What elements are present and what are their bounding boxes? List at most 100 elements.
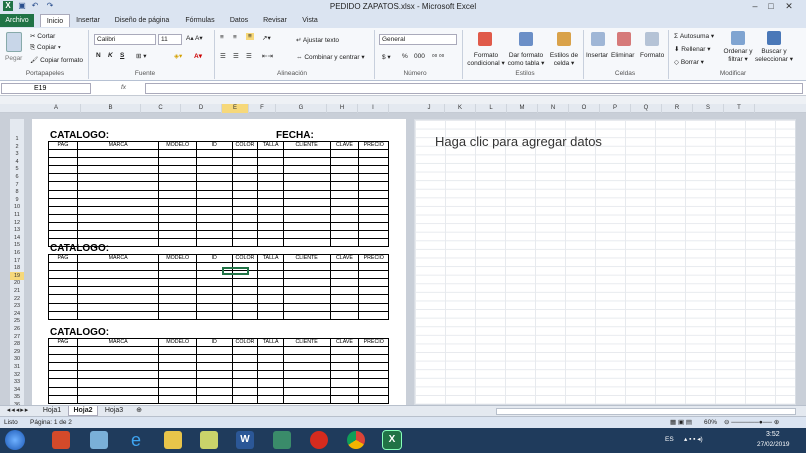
table-cell[interactable] [48, 205, 78, 215]
table-cell[interactable] [257, 354, 284, 364]
opera-icon[interactable] [310, 431, 328, 449]
start-button-icon[interactable] [5, 430, 25, 450]
table-cell[interactable] [257, 189, 284, 199]
column-header[interactable]: O [569, 104, 600, 113]
column-header[interactable]: Q [631, 104, 662, 113]
table-cell[interactable] [48, 346, 78, 356]
grow-font-icon[interactable]: A▴ A▾ [186, 34, 203, 42]
table-header-cell[interactable]: MODELO [158, 140, 197, 151]
fill-button[interactable]: ⬇ Rellenar ▾ [674, 45, 711, 53]
zoom-slider[interactable]: ⊖ ──────●── ⊕ [724, 418, 779, 426]
table-cell[interactable] [195, 165, 233, 175]
table-header-cell[interactable]: TALLA [257, 140, 284, 151]
table-cell[interactable] [358, 394, 389, 404]
table-cell[interactable] [231, 386, 259, 396]
table-cell[interactable] [257, 270, 284, 280]
table-cell[interactable] [76, 205, 160, 215]
table-cell[interactable] [358, 238, 389, 248]
table-cell[interactable] [257, 197, 284, 207]
table-cell[interactable] [282, 221, 331, 232]
fx-icon[interactable]: fx [121, 84, 126, 91]
table-cell[interactable] [195, 294, 233, 304]
table-cell[interactable] [231, 221, 259, 232]
table-cell[interactable] [358, 181, 389, 191]
table-header-cell[interactable]: PRECIO [358, 253, 389, 264]
table-cell[interactable] [158, 286, 197, 296]
table-cell[interactable] [76, 173, 160, 183]
clock-date[interactable]: 27/02/2019 [757, 441, 790, 448]
table-cell[interactable] [158, 270, 197, 280]
formula-input[interactable] [145, 83, 803, 94]
table-header-cell[interactable]: CLAVE [329, 337, 360, 348]
table-cell[interactable] [231, 189, 259, 199]
table-cell[interactable] [76, 394, 160, 404]
table-cell[interactable] [158, 262, 197, 272]
clear-button[interactable]: ◇ Borrar ▾ [674, 58, 704, 66]
tab-vista[interactable]: Vista [296, 14, 324, 27]
table-cell[interactable] [48, 181, 78, 191]
table-cell[interactable] [76, 370, 160, 380]
table-cell[interactable] [195, 213, 233, 223]
table-cell[interactable] [195, 354, 233, 364]
table-cell[interactable] [329, 270, 360, 280]
zoom-level[interactable]: 60% [704, 419, 717, 426]
internet-explorer-icon[interactable]: e [127, 431, 145, 449]
table-cell[interactable] [48, 157, 78, 167]
table-cell[interactable] [282, 278, 331, 288]
table-cell[interactable] [76, 378, 160, 388]
table-cell[interactable] [329, 173, 360, 183]
table-cell[interactable] [158, 310, 197, 320]
table-cell[interactable] [257, 205, 284, 215]
table-cell[interactable] [48, 354, 78, 364]
table-cell[interactable] [329, 262, 360, 272]
table-cell[interactable] [231, 346, 259, 356]
table-cell[interactable] [195, 310, 233, 320]
table-cell[interactable] [231, 294, 259, 304]
table-cell[interactable] [76, 262, 160, 272]
paste-button[interactable]: Pegar [5, 55, 22, 62]
table-cell[interactable] [231, 157, 259, 167]
table-cell[interactable] [358, 197, 389, 207]
table-cell[interactable] [158, 378, 197, 388]
close-button[interactable]: ✕ [784, 1, 794, 11]
table-cell[interactable] [195, 378, 233, 388]
align-left-icon[interactable]: ☰ [220, 52, 226, 60]
table-cell[interactable] [158, 157, 197, 167]
table-cell[interactable] [329, 238, 360, 248]
table-cell[interactable] [282, 286, 331, 296]
horizontal-scrollbar[interactable] [496, 408, 796, 415]
table-header-cell[interactable]: PAG [48, 253, 78, 264]
table-cell[interactable] [231, 378, 259, 388]
table-cell[interactable] [282, 394, 331, 404]
table-cell[interactable] [195, 386, 233, 396]
table-cell[interactable] [76, 278, 160, 288]
wrap-text-button[interactable]: ↵ Ajustar texto [296, 36, 339, 44]
table-cell[interactable] [282, 270, 331, 280]
table-cell[interactable] [195, 286, 233, 296]
table-cell[interactable] [231, 370, 259, 380]
table-cell[interactable] [158, 278, 197, 288]
font-size-select[interactable]: 11 [158, 34, 182, 45]
table-cell[interactable] [282, 386, 331, 396]
table-cell[interactable] [257, 221, 284, 232]
merge-center-button[interactable]: ⇔ Combinar y centrar ▾ [296, 53, 365, 61]
table-cell[interactable] [231, 286, 259, 296]
table-header-cell[interactable]: PAG [48, 140, 78, 151]
format-cells-button[interactable]: Formato [640, 52, 664, 59]
table-header-cell[interactable]: CLIENTE [282, 140, 331, 151]
table-cell[interactable] [195, 230, 233, 240]
table-cell[interactable] [48, 221, 78, 232]
table-cell[interactable] [257, 278, 284, 288]
table-cell[interactable] [257, 370, 284, 380]
explorer-app-icon[interactable] [90, 431, 108, 449]
table-cell[interactable] [257, 378, 284, 388]
page-1[interactable]: CATALOGO: FECHA: PAG MARCA MODELO ID COLOR TA… [32, 119, 406, 405]
table-cell[interactable] [231, 230, 259, 240]
table-cell[interactable] [195, 221, 233, 232]
table-cell[interactable] [76, 157, 160, 167]
name-box[interactable]: E19 [1, 83, 91, 94]
new-sheet-icon[interactable]: ⊕ [132, 406, 146, 416]
table-cell[interactable] [48, 165, 78, 175]
number-format-select[interactable]: General [379, 34, 457, 45]
table-cell[interactable] [257, 286, 284, 296]
